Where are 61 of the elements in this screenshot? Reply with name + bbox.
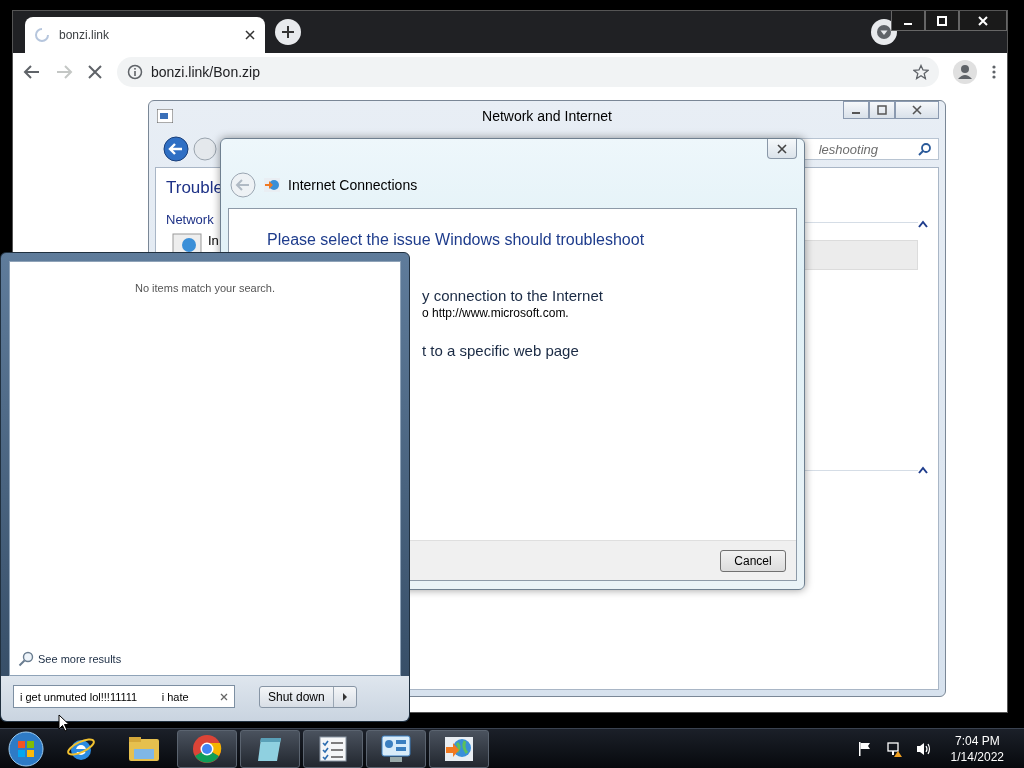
network-icon [172,233,202,255]
folder-icon [128,734,160,763]
minimize-icon [904,22,912,25]
browser-tab[interactable]: bonzi.link [25,17,265,53]
star-icon[interactable] [913,64,929,80]
stop-icon[interactable] [87,64,103,80]
menu-icon[interactable] [991,64,997,80]
clock[interactable]: 7:04 PM 1/14/2022 [950,732,1004,765]
see-more-link[interactable]: See more results [18,651,392,667]
close-button[interactable] [767,139,797,159]
search-field[interactable]: i get unmuted lol!!!11111 i hate [13,685,235,708]
taskbar-app[interactable] [303,729,363,768]
info-icon[interactable] [127,64,143,80]
back-icon[interactable] [23,63,41,81]
instruction-text: Please select the issue Windows should troubleshoot [267,231,646,249]
close-icon [912,105,922,115]
avatar-icon[interactable] [953,60,977,84]
caret-icon [876,24,892,40]
taskbar-app[interactable] [429,729,489,768]
maximize-icon [937,15,947,26]
close-icon [777,143,787,154]
monitor-icon [380,733,412,764]
collapse-icon[interactable] [918,466,928,474]
maximize-icon [877,105,887,115]
maximize-button[interactable] [925,11,959,31]
taskbar-app[interactable] [177,729,237,768]
checklist-icon [318,734,348,763]
clear-icon[interactable] [220,692,228,701]
chrome-icon [192,733,222,764]
taskbar-app[interactable] [240,729,300,768]
search-icon [18,651,34,667]
taskbar-app[interactable] [366,729,426,768]
empty-message: No items match your search. [134,282,276,294]
window-title: Network and Internet [482,108,612,124]
back-icon[interactable] [163,136,189,162]
address-bar[interactable]: bonzi.link/Bon.zip [117,57,939,87]
network-warning-icon[interactable] [884,739,903,758]
search-icon [918,142,932,156]
close-icon [978,15,988,26]
speaker-icon[interactable] [914,740,933,757]
cursor-icon [58,714,70,732]
minimize-icon [852,112,860,114]
flag-icon[interactable] [856,740,873,757]
close-button[interactable] [959,11,1007,31]
tab-title: bonzi.link [59,28,111,42]
plus-icon [281,25,295,39]
option-title[interactable]: t to a specific web page [422,342,758,359]
caret-icon [341,692,348,701]
close-icon[interactable] [245,30,255,40]
option-description: o http://www.microsoft.com. [422,306,570,320]
option-title[interactable]: y connection to the Internet [422,287,758,304]
new-tab-button[interactable] [275,19,301,45]
window-icon [157,109,173,123]
page-heading: Trouble [166,178,223,198]
cancel-button[interactable]: Cancel [720,549,786,572]
dialog-title: Internet Connections [288,176,418,193]
collapse-icon[interactable] [918,220,928,228]
section-title: Network [166,212,214,227]
item-label[interactable]: In [208,233,219,248]
minimize-button[interactable] [891,11,925,31]
minimize-button[interactable] [843,101,869,119]
